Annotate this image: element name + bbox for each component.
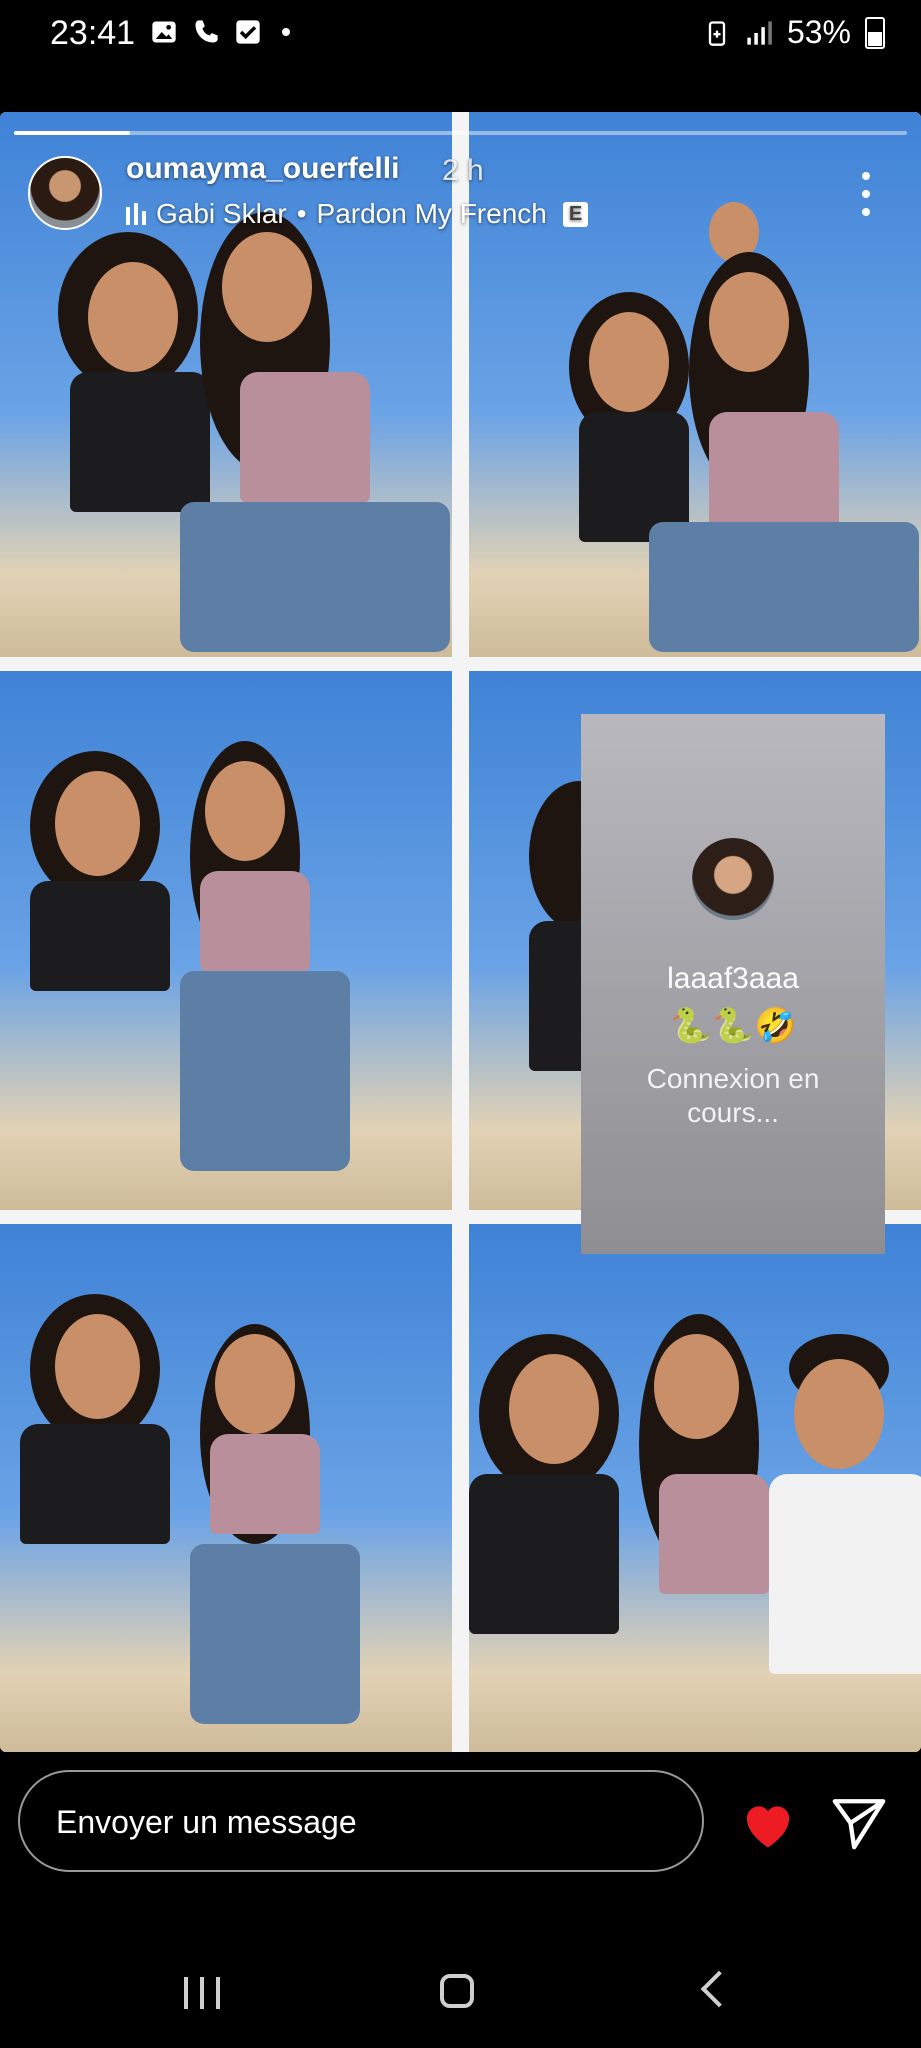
music-separator: • <box>296 198 307 229</box>
message-input[interactable]: Envoyer un message <box>18 1770 704 1872</box>
gallery-icon <box>152 21 176 43</box>
battery-saver-icon <box>708 20 726 46</box>
music-equalizer-icon <box>126 203 146 225</box>
send-icon[interactable] <box>830 1796 888 1850</box>
collage-photo-2 <box>469 112 921 657</box>
status-icons-left <box>150 18 290 46</box>
card-username: laaaf3aaa <box>667 962 799 995</box>
music-artist: Gabi Sklar <box>156 198 287 229</box>
battery-percent: 53% <box>786 14 851 50</box>
checkbox-icon <box>236 20 260 44</box>
signal-icon <box>747 20 772 45</box>
status-bar: 23:41 53% <box>0 0 921 70</box>
dot-icon <box>282 28 290 36</box>
card-emoji: 🐍🐍🤣 <box>669 1007 797 1045</box>
card-status-text: Connexion en cours... <box>646 1063 820 1128</box>
more-options-button[interactable] <box>856 172 876 216</box>
story-age: 2 h <box>442 154 484 187</box>
music-sticker[interactable]: Gabi Sklar • Pardon My French E <box>126 198 589 230</box>
story-username[interactable]: oumayma_ouerfelli <box>126 152 399 186</box>
avatar[interactable] <box>28 156 102 230</box>
back-icon[interactable] <box>700 1970 738 2008</box>
home-icon[interactable] <box>440 1974 474 2008</box>
system-nav-bar <box>0 1930 921 2048</box>
message-bar: Envoyer un message <box>0 1752 921 1872</box>
music-track: Pardon My French <box>316 198 547 229</box>
message-placeholder: Envoyer un message <box>56 1804 357 1840</box>
collage-photo-6 <box>469 1224 921 1752</box>
battery-icon <box>865 16 885 49</box>
status-time: 23:41 <box>50 14 136 52</box>
recent-apps-icon[interactable] <box>184 1977 220 2009</box>
card-avatar <box>692 838 774 920</box>
connection-card: laaaf3aaa 🐍🐍🤣 Connexion en cours... <box>581 714 885 1254</box>
phone-icon <box>195 20 218 43</box>
status-icons-right: 53% <box>703 14 885 51</box>
story-progress-bar <box>14 131 907 135</box>
explicit-badge: E <box>562 201 589 227</box>
story-viewer[interactable]: oumayma_ouerfelli 2 h Gabi Sklar • Pardo… <box>0 112 921 1752</box>
collage-photo-3 <box>0 671 452 1210</box>
collage-photo-5 <box>0 1224 452 1752</box>
story-progress-fill <box>14 131 131 135</box>
heart-icon[interactable] <box>740 1796 796 1852</box>
